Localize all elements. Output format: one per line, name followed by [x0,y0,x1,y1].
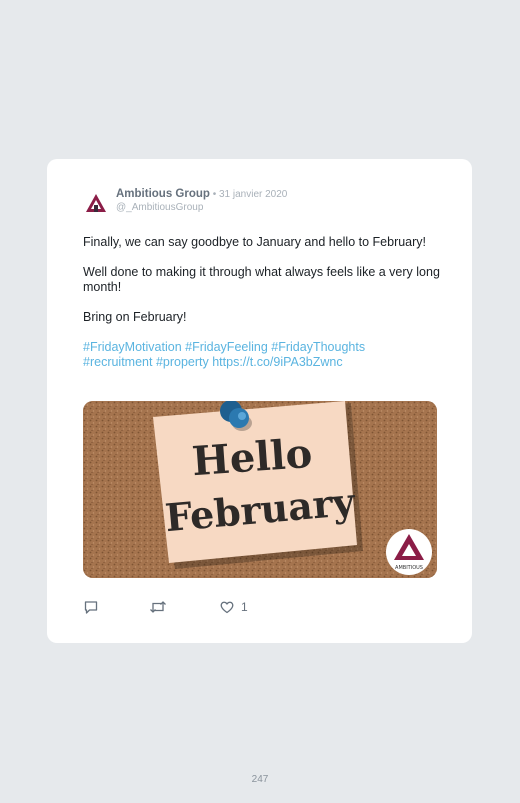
tweet-card: Ambitious Group • 31 janvier 2020 @_Ambi… [47,159,472,643]
page-number: 247 [251,774,269,785]
hashtags-line-2[interactable]: #recruitment #property https://t.co/9iPA… [83,355,343,369]
author-name-line[interactable]: Ambitious Group • 31 janvier 2020 [116,188,287,200]
like-count: 1 [241,600,248,614]
tweet-actions: 1 [83,599,283,615]
tweet-paragraph: Well done to making it through what alwa… [83,265,440,294]
image-logo-text: AMBITIOUS [395,565,423,571]
tweet-paragraph: Finally, we can say goodbye to January a… [83,235,427,249]
retweet-button[interactable] [149,599,167,615]
heart-icon [220,601,234,614]
hashtags: #FridayMotivation #FridayFeeling #Friday… [83,340,443,370]
tweet-image[interactable]: Hello February AMBITIOUS [83,401,437,578]
reply-icon [84,601,98,614]
author-handle[interactable]: @_AmbitiousGroup [116,202,203,213]
retweet-icon [150,601,166,613]
reply-button[interactable] [83,599,99,615]
hello-february-image: Hello February AMBITIOUS [83,401,437,578]
note-text-hello: Hello [190,430,313,485]
like-button[interactable]: 1 [219,599,248,615]
tweet-text: Finally, we can say goodbye to January a… [83,235,443,385]
tweet-date[interactable]: • 31 janvier 2020 [210,189,288,200]
hashtags-line-1[interactable]: #FridayMotivation #FridayFeeling #Friday… [83,340,365,354]
brand-logo-icon [86,194,106,212]
author-name[interactable]: Ambitious Group [116,188,210,200]
tweet-paragraph: Bring on February! [83,310,187,324]
